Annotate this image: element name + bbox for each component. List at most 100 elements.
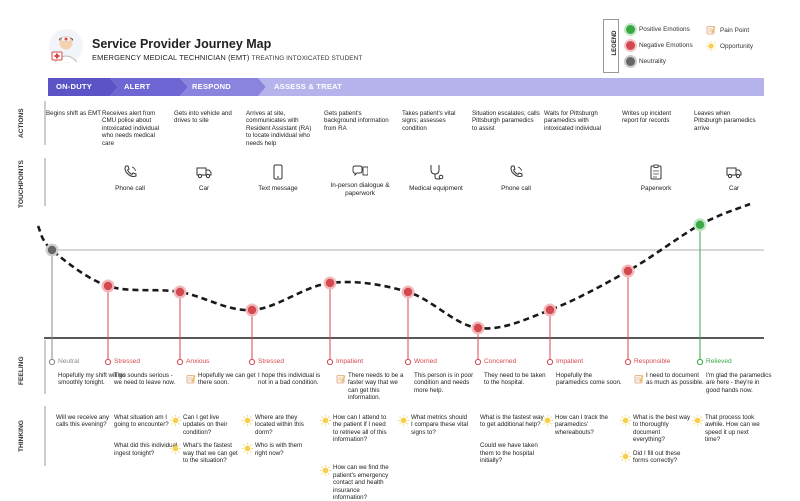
legend-opportunity: Opportunity	[706, 41, 753, 51]
page-title: Service Provider Journey Map	[92, 37, 272, 51]
paramedic-icon	[49, 29, 83, 63]
thinking-question: What situation am I going to encounter?	[114, 414, 169, 429]
legend-pain-label: Pain Point	[720, 26, 750, 34]
subtitle-role: EMERGENCY MEDICAL TECHNICIAN (EMT)	[92, 53, 250, 62]
phone-icon	[510, 165, 523, 177]
emotion-point-halo	[693, 218, 707, 232]
truck-icon	[196, 167, 212, 179]
emotion-point	[103, 281, 113, 291]
emotion-label: Impatient	[556, 358, 583, 365]
lightbulb-icon	[320, 463, 331, 481]
emotion-label: Responsible	[634, 358, 670, 365]
feeling-text: I'm glad the paramedics are here - they'…	[706, 372, 772, 394]
emotion-point-halo	[101, 279, 115, 293]
emotion-name: Relieved	[706, 358, 732, 365]
emotion-label: Impatient	[336, 358, 363, 365]
action-cell: Situation escalates; calls Pittsburgh pa…	[472, 110, 540, 132]
emotion-anchor	[546, 358, 554, 366]
emotion-anchor	[474, 358, 482, 366]
thinking-question: Where are they located within this dorm?	[255, 414, 304, 436]
touchpoint: Phone call	[471, 164, 561, 192]
emotion-label: Concerned	[484, 358, 516, 365]
subtitle-scenario: TREATING INTOXICATED STUDENT	[251, 55, 363, 62]
touchpoint-label: In-person dialogue & paperwork	[330, 182, 390, 197]
emotion-anchor	[696, 358, 704, 366]
touchpoint: Car	[689, 164, 779, 192]
stage-alert: ALERT	[124, 82, 151, 91]
row-label-thinking: THINKING	[18, 420, 25, 452]
stage-bar: ON-DUTY ALERT RESPOND ASSESS & TREAT	[48, 78, 764, 96]
touchpoint-label: Paperwork	[640, 185, 672, 192]
emotion-point	[325, 278, 335, 288]
legend-positive: Positive Emotions	[626, 25, 690, 34]
legend-positive-label: Positive Emotions	[639, 26, 690, 33]
emotion-point-halo	[45, 243, 59, 257]
thinking-row-line	[44, 406, 46, 466]
emotion-point-halo	[401, 285, 415, 299]
legend-items: Positive Emotions Negative Emotions Neut…	[626, 25, 786, 75]
pain-point-icon	[336, 371, 346, 389]
feeling-text: I need to document as much as possible.	[646, 372, 704, 387]
touchpoint: Text message	[233, 164, 323, 192]
emotion-name: Anxious	[186, 358, 210, 365]
emotion-point	[473, 323, 483, 333]
feeling-text: I hope this individual is not in a bad c…	[258, 372, 321, 387]
action-cell: Receives alert from CMU police about int…	[102, 110, 160, 147]
legend-pain-point: Pain Point	[706, 25, 749, 35]
emotion-label: Stressed	[258, 358, 284, 365]
lightbulb-icon	[170, 441, 181, 459]
emotion-point-halo	[621, 264, 635, 278]
emotion-name: Impatient	[556, 358, 584, 365]
thinking-question: What is the best way to thoroughly docum…	[633, 414, 691, 444]
emotion-point	[623, 266, 633, 276]
emotion-point	[175, 287, 185, 297]
feeling-row-line	[44, 340, 46, 394]
neutral-dot-icon	[626, 57, 635, 66]
phone-icon	[124, 165, 137, 177]
thinking-question: That process took awhile. How can we spe…	[705, 414, 760, 444]
thinking-question: How can we find the patient's emergency …	[333, 464, 389, 501]
touchpoint-label: Car	[728, 185, 740, 192]
lightbulb-icon	[242, 441, 253, 459]
legend-neutral-label: Neutrality	[639, 58, 666, 65]
lightbulb-icon	[542, 413, 553, 431]
action-cell: Writes up incident report for records	[622, 110, 672, 125]
smartphone-icon	[273, 164, 283, 180]
action-cell: Gets patient's background information fr…	[324, 110, 389, 132]
pain-point-icon	[186, 371, 196, 389]
pain-point-icon	[706, 26, 716, 35]
feeling-text: There needs to be a faster way that we c…	[348, 372, 404, 402]
thinking-question: What metrics should I compare these vita…	[411, 414, 469, 436]
persona-avatar	[48, 28, 84, 64]
positive-dot-icon	[626, 25, 635, 34]
lightbulb-icon	[320, 413, 331, 431]
emotion-anchor	[104, 358, 112, 366]
action-cell: Takes patient's vital signs; assesses co…	[402, 110, 456, 132]
emotion-point	[403, 287, 413, 297]
thinking-question: Will we receive any calls this evening?	[56, 414, 109, 429]
actions-row-line	[44, 101, 46, 145]
row-label-feeling: FEELING	[18, 356, 25, 385]
touchpoint-label: Text message	[258, 185, 298, 192]
action-cell: Begins shift as EMT	[46, 110, 102, 117]
legend-title: LEGEND	[612, 30, 618, 56]
emotion-name: Worried	[414, 358, 437, 365]
emotion-anchor	[624, 358, 632, 366]
emotion-name: Stressed	[258, 358, 285, 365]
touchpoints-row-line	[44, 158, 46, 206]
emotion-name: Stressed	[114, 358, 141, 365]
thinking-question: What did this individual ingest tonight?	[114, 442, 178, 457]
emotion-label: Anxious	[186, 358, 209, 365]
emotion-anchor	[48, 358, 56, 366]
emotion-anchor	[176, 358, 184, 366]
emotion-point-halo	[471, 321, 485, 335]
emotion-label: Worried	[414, 358, 437, 365]
emotion-point-halo	[323, 276, 337, 290]
emotion-point	[545, 305, 555, 315]
lightbulb-icon	[620, 413, 631, 431]
chat-clipboard-icon	[352, 165, 368, 177]
legend-negative: Negative Emotions	[626, 41, 693, 50]
emotion-point-halo	[173, 285, 187, 299]
action-cell: Waits for Pittsburgh paramedics with int…	[544, 110, 602, 132]
lightbulb-icon	[242, 413, 253, 431]
